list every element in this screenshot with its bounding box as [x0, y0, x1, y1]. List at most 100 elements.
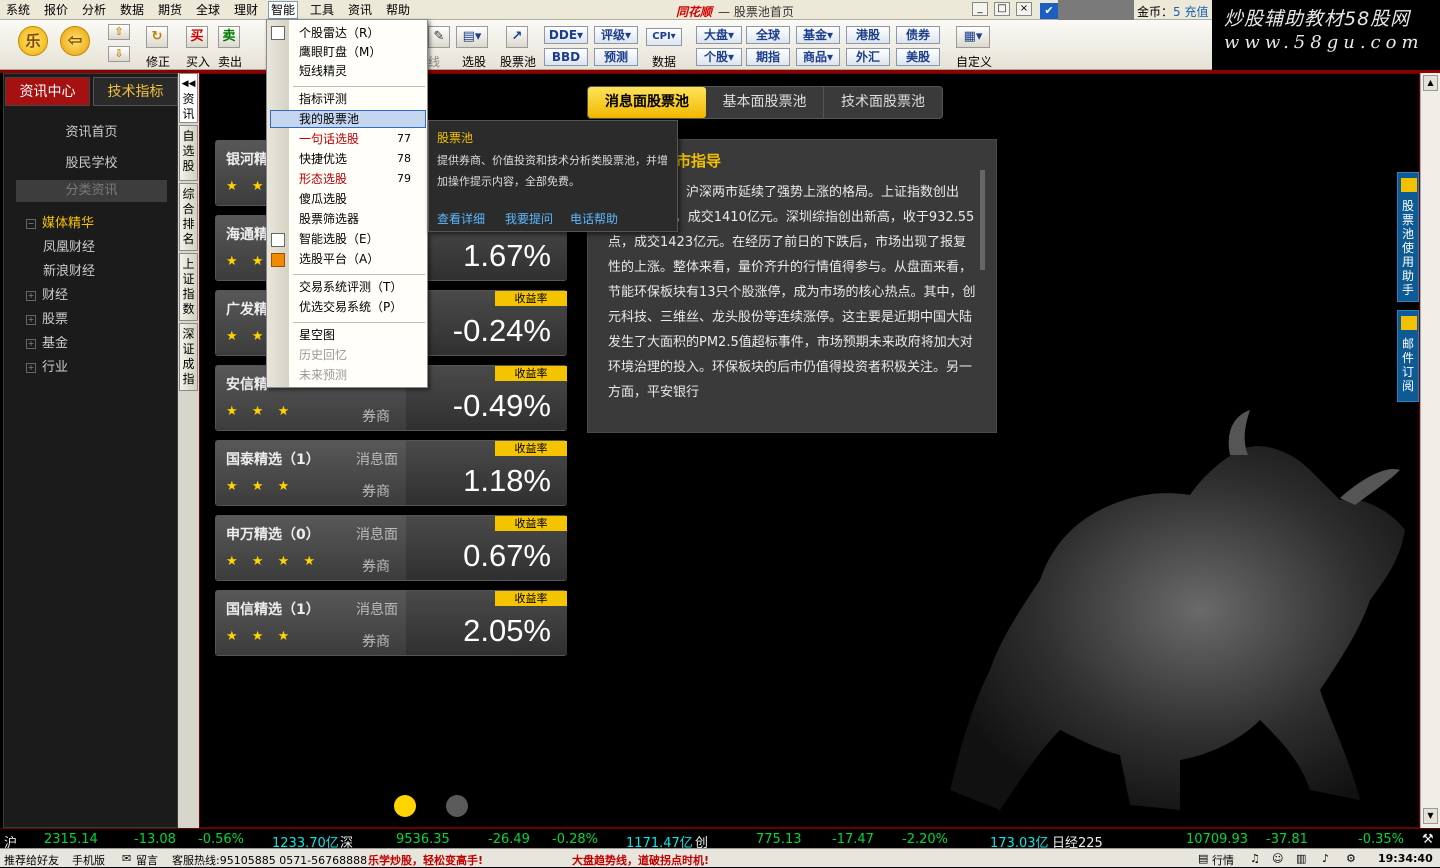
- dde-button[interactable]: DDE▾: [544, 26, 588, 44]
- menu-finance[interactable]: 理财: [234, 2, 258, 18]
- menu-item-indicator-eval[interactable]: 指标评测: [299, 90, 425, 108]
- vtab-ranking[interactable]: 综合排名: [179, 183, 198, 251]
- custom-icon[interactable]: ▦▾: [956, 26, 990, 48]
- close-icon[interactable]: ×: [1016, 2, 1032, 16]
- tree-item-media[interactable]: − 媒体精华: [26, 212, 94, 231]
- global-button[interactable]: 全球: [746, 26, 790, 44]
- bond-button[interactable]: 债券: [896, 26, 940, 44]
- buy-button[interactable]: 买入: [186, 53, 210, 70]
- modify-label[interactable]: 修正: [146, 53, 170, 70]
- fund-button[interactable]: 基金▾: [796, 26, 840, 44]
- bell-icon[interactable]: ♫: [1250, 852, 1260, 865]
- hk-button[interactable]: 港股: [846, 26, 890, 44]
- menu-quotes[interactable]: 报价: [44, 2, 68, 18]
- settings-icon[interactable]: ⚙: [1346, 852, 1356, 865]
- cy-value[interactable]: 775.13: [756, 832, 802, 847]
- lexue-icon[interactable]: 乐: [18, 26, 48, 56]
- menu-item-simple-pick[interactable]: 傻瓜选股: [299, 190, 425, 208]
- tab-tech-indicators[interactable]: 技术指标: [93, 77, 178, 106]
- vtab-watchlist[interactable]: 自选股: [179, 125, 198, 181]
- index-futures-button[interactable]: 期指: [746, 48, 790, 66]
- user-icon[interactable]: ☺: [1272, 852, 1283, 865]
- drawline-label[interactable]: 线: [428, 53, 440, 70]
- view-details-link[interactable]: 查看详细: [437, 210, 485, 227]
- news-scrollbar[interactable]: [980, 170, 985, 270]
- promo-link-1[interactable]: 乐学炒股，轻松变高手!: [368, 852, 483, 868]
- nikkei-value[interactable]: 10709.93: [1186, 832, 1248, 847]
- pen-icon[interactable]: ✎: [428, 26, 450, 48]
- sh-value[interactable]: 2315.14: [44, 832, 98, 847]
- bbd-button[interactable]: BBD: [544, 48, 588, 66]
- sz-value[interactable]: 9536.35: [396, 832, 450, 847]
- menu-item-pattern[interactable]: 形态选股 79: [299, 170, 425, 188]
- menu-tools[interactable]: 工具: [310, 2, 334, 18]
- chart-icon[interactable]: ▥: [1296, 852, 1306, 865]
- sell-icon[interactable]: 卖: [218, 26, 240, 48]
- recommend-link[interactable]: 推荐给好友: [4, 852, 59, 868]
- tree-item-sina[interactable]: 新浪财经: [43, 260, 95, 279]
- recharge-link[interactable]: 充值: [1184, 5, 1208, 19]
- scroll-up-icon[interactable]: ▲: [1423, 75, 1438, 91]
- promo-link-2[interactable]: 大盘趋势线，道破拐点时机!: [572, 852, 709, 868]
- minimize-icon[interactable]: _: [972, 2, 988, 16]
- page-dot[interactable]: [446, 795, 468, 817]
- tab-fundamental-pool[interactable]: 基本面股票池: [706, 87, 824, 118]
- expand-icon[interactable]: +: [26, 363, 36, 373]
- menu-item-quick-pick[interactable]: 快捷优选 78: [299, 150, 425, 168]
- expand-icon[interactable]: +: [26, 315, 36, 325]
- menu-item-best-trade[interactable]: 优选交易系统（P）: [299, 298, 425, 316]
- pool-card[interactable]: 申万精选（0） 消息面 ★ ★ ★ ★ 券商 收益率 0.67%: [215, 515, 567, 581]
- menu-item-eagle-eye[interactable]: 鹰眼盯盘（M）: [299, 43, 425, 61]
- stock-pool-button[interactable]: 股票池: [500, 53, 536, 70]
- expand-icon[interactable]: +: [26, 339, 36, 349]
- vtab-sz-index[interactable]: 深证成指: [179, 323, 198, 391]
- menu-help[interactable]: 帮助: [386, 2, 410, 18]
- rating-button[interactable]: 评级▾: [594, 26, 638, 44]
- tree-item-industry[interactable]: + 行业: [26, 356, 68, 375]
- down-arrow-icon[interactable]: ⇩: [108, 46, 130, 62]
- nav-investor-school[interactable]: 股民学校: [4, 152, 179, 171]
- mobile-link[interactable]: 手机版: [72, 852, 105, 868]
- phone-help-link[interactable]: 电话帮助: [570, 210, 618, 227]
- forex-button[interactable]: 外汇: [846, 48, 890, 66]
- tree-item-finance[interactable]: + 财经: [26, 284, 68, 303]
- menu-item-screener[interactable]: 股票筛选器: [299, 210, 425, 228]
- menu-item-radar[interactable]: 个股雷达（R）: [299, 24, 425, 42]
- menu-smart[interactable]: 智能: [268, 1, 299, 19]
- stock-pool-icon[interactable]: ↗: [506, 26, 528, 48]
- ticker-tool-icon[interactable]: ⚒: [1422, 832, 1434, 847]
- tab-news-pool[interactable]: 消息面股票池: [588, 87, 706, 118]
- check-icon[interactable]: ✔: [1040, 3, 1058, 19]
- tree-item-ifeng[interactable]: 凤凰财经: [43, 236, 95, 255]
- ask-question-link[interactable]: 我要提问: [505, 210, 553, 227]
- market-button[interactable]: 大盘▾: [696, 26, 742, 44]
- data-button[interactable]: 数据: [652, 53, 676, 70]
- menu-item-my-pool[interactable]: 我的股票池: [299, 110, 425, 128]
- us-stock-button[interactable]: 美股: [896, 48, 940, 66]
- message-icon[interactable]: ✉: [122, 852, 131, 865]
- mail-subscribe-button[interactable]: 邮件订阅: [1397, 310, 1419, 402]
- refresh-icon[interactable]: ↻: [146, 26, 168, 48]
- tab-technical-pool[interactable]: 技术面股票池: [824, 87, 942, 118]
- tree-item-stocks[interactable]: + 股票: [26, 308, 68, 327]
- pick-stock-button[interactable]: 选股: [462, 53, 486, 70]
- pool-card[interactable]: 国泰精选（1） 消息面 ★ ★ ★ 券商 收益率 1.18%: [215, 440, 567, 506]
- quotes-link[interactable]: 行情: [1212, 852, 1234, 868]
- sound-icon[interactable]: ♪: [1322, 852, 1329, 865]
- stock-button[interactable]: 个股▾: [696, 48, 742, 66]
- back-arrow-icon[interactable]: ⇦: [60, 26, 90, 56]
- tab-info-center[interactable]: 资讯中心: [5, 77, 90, 106]
- vertical-scrollbar[interactable]: ▲ ▼: [1420, 73, 1440, 828]
- nav-info-home[interactable]: 资讯首页: [4, 121, 179, 140]
- menu-item-one-sentence[interactable]: 一句话选股 77: [299, 130, 425, 148]
- pool-card[interactable]: 国信精选（1） 消息面 ★ ★ ★ 券商 收益率 2.05%: [215, 590, 567, 656]
- quotes-icon[interactable]: ▤: [1198, 852, 1208, 865]
- menu-item-starmap[interactable]: 星空图: [299, 326, 425, 344]
- menu-item-trade-eval[interactable]: 交易系统评测（T）: [299, 278, 425, 296]
- menu-item-platform[interactable]: 选股平台（A）: [299, 250, 425, 268]
- expand-icon[interactable]: +: [26, 291, 36, 301]
- pool-assistant-button[interactable]: 股票池使用助手: [1397, 172, 1419, 302]
- pick-stock-icon[interactable]: ▤▾: [456, 26, 488, 48]
- tree-item-funds[interactable]: + 基金: [26, 332, 68, 351]
- buy-icon[interactable]: 买: [186, 26, 208, 48]
